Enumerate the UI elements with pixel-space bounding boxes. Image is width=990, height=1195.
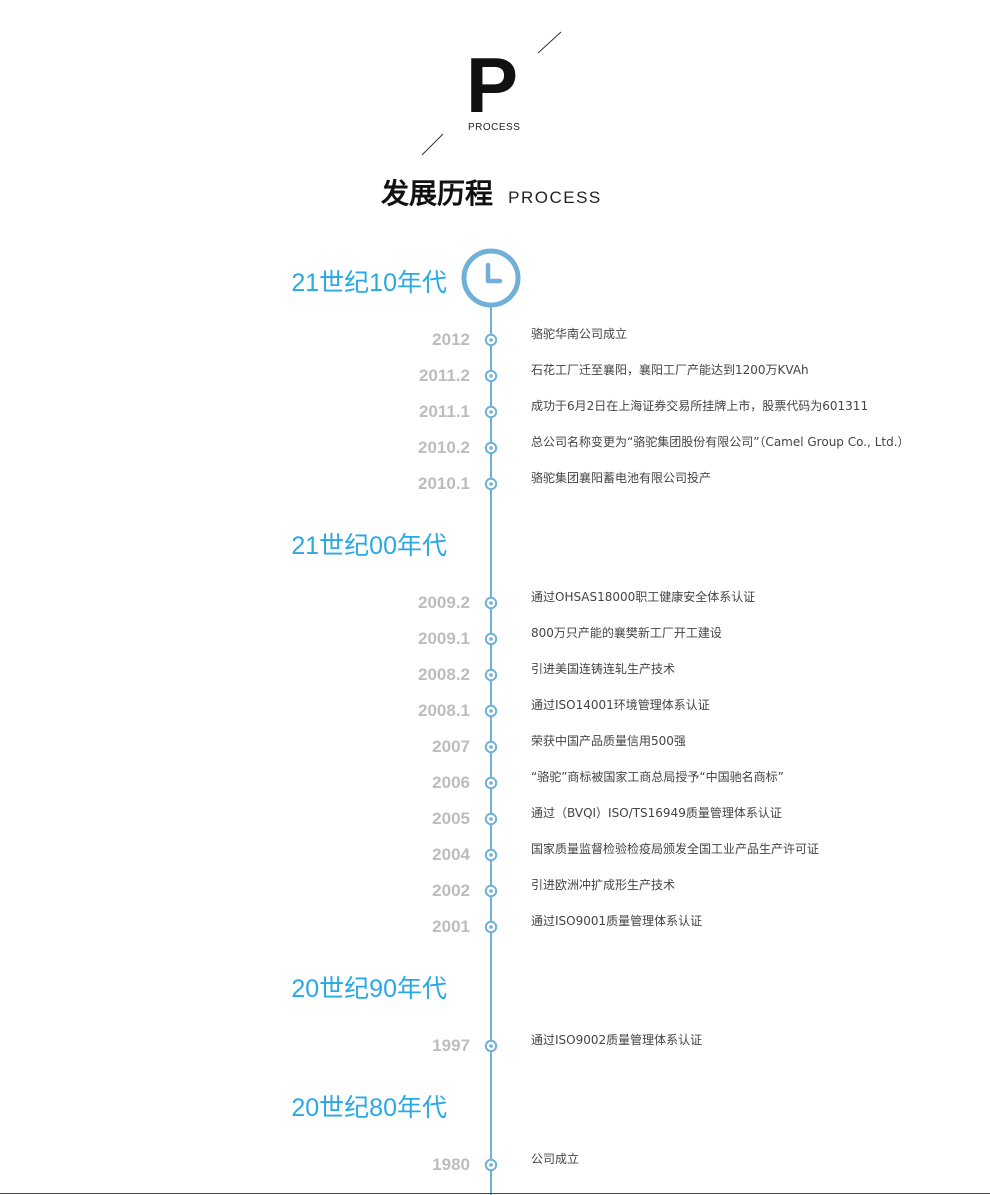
event-description: 通过ISO14001环境管理体系认证 bbox=[531, 698, 710, 712]
event-year: 2009.1 bbox=[418, 629, 470, 648]
section-title: 发展历程 PROCESS bbox=[381, 172, 602, 212]
event-description: 国家质量监督检验检疫局颁发全国工业产品生产许可证 bbox=[531, 842, 820, 856]
era-heading: 21世纪10年代 bbox=[291, 269, 447, 297]
event-year: 2009.2 bbox=[418, 593, 470, 612]
circle-node-icon bbox=[484, 920, 498, 934]
timeline-row: 2011.2 石花工厂迁至襄阳，襄阳工厂产能达到1200万KVAh bbox=[0, 363, 990, 386]
circle-node-icon bbox=[484, 632, 498, 646]
event-year: 2005 bbox=[432, 809, 470, 828]
event-description: 骆驼集团襄阳蓄电池有限公司投产 bbox=[531, 471, 712, 485]
timeline-row: 2010.1 骆驼集团襄阳蓄电池有限公司投产 bbox=[0, 471, 990, 494]
timeline-row: 2008.2 引进美国连铸连轧生产技术 bbox=[0, 662, 990, 685]
event-description: 通过OHSAS18000职工健康安全体系认证 bbox=[531, 590, 756, 604]
circle-node-icon bbox=[484, 704, 498, 718]
event-year: 2010.2 bbox=[418, 438, 470, 457]
circle-node-icon bbox=[484, 884, 498, 898]
section-title-cn: 发展历程 bbox=[381, 177, 494, 210]
circle-node-icon bbox=[484, 848, 498, 862]
event-year: 2004 bbox=[432, 845, 470, 864]
event-description: 800万只产能的襄樊新工厂开工建设 bbox=[531, 626, 722, 640]
circle-node-icon bbox=[484, 405, 498, 419]
event-year: 2002 bbox=[432, 881, 470, 900]
event-year: 2006 bbox=[432, 773, 470, 792]
timeline-row: 2005 通过（BVQI）ISO/TS16949质量管理体系认证 bbox=[0, 806, 990, 829]
era-heading: 20世纪90年代 bbox=[291, 975, 447, 1003]
clock-icon bbox=[461, 248, 521, 308]
event-year: 2011.2 bbox=[418, 366, 470, 385]
timeline-row: 2009.1 800万只产能的襄樊新工厂开工建设 bbox=[0, 626, 990, 649]
era-heading: 21世纪00年代 bbox=[291, 532, 447, 560]
event-year: 2011.1 bbox=[418, 402, 470, 421]
event-year: 2012 bbox=[432, 330, 470, 349]
timeline-row: 2006 “骆驼”商标被国家工商总局授予“中国驰名商标” bbox=[0, 770, 990, 793]
event-description: “骆驼”商标被国家工商总局授予“中国驰名商标” bbox=[531, 770, 784, 784]
timeline-row: 1980 公司成立 bbox=[0, 1152, 990, 1175]
logo-subtitle: PROCESS bbox=[468, 122, 521, 133]
event-description: 荣获中国产品质量信用500强 bbox=[531, 734, 686, 748]
bottom-rule bbox=[0, 1193, 990, 1194]
event-description: 总公司名称变更为“骆驼集团股份有限公司”（Camel Group Co., Lt… bbox=[531, 435, 910, 449]
event-year: 2008.2 bbox=[418, 665, 470, 684]
event-description: 引进欧洲冲扩成形生产技术 bbox=[531, 878, 676, 892]
timeline-row: 2011.1 成功于6月2日在上海证券交易所挂牌上市，股票代码为601311 bbox=[0, 399, 990, 422]
event-year: 1980 bbox=[432, 1155, 470, 1174]
circle-node-icon bbox=[484, 596, 498, 610]
event-year: 1997 bbox=[432, 1036, 470, 1055]
event-description: 石花工厂迁至襄阳，襄阳工厂产能达到1200万KVAh bbox=[531, 363, 809, 377]
timeline-row: 2002 引进欧洲冲扩成形生产技术 bbox=[0, 878, 990, 901]
logo-letter: P bbox=[466, 41, 519, 129]
circle-node-icon bbox=[484, 441, 498, 455]
event-year: 2008.1 bbox=[418, 701, 470, 720]
event-year: 2007 bbox=[432, 737, 470, 756]
timeline-row: 1997 通过ISO9002质量管理体系认证 bbox=[0, 1033, 990, 1056]
circle-node-icon bbox=[484, 477, 498, 491]
circle-node-icon bbox=[484, 1158, 498, 1172]
event-description: 通过（BVQI）ISO/TS16949质量管理体系认证 bbox=[531, 806, 782, 820]
circle-node-icon bbox=[484, 812, 498, 826]
timeline-row: 2010.2 总公司名称变更为“骆驼集团股份有限公司”（Camel Group C… bbox=[0, 435, 990, 458]
event-description: 成功于6月2日在上海证券交易所挂牌上市，股票代码为601311 bbox=[531, 399, 869, 413]
era-heading: 20世纪80年代 bbox=[291, 1094, 447, 1122]
timeline-row: 2008.1 通过ISO14001环境管理体系认证 bbox=[0, 698, 990, 721]
event-description: 骆驼华南公司成立 bbox=[531, 327, 628, 341]
circle-node-icon bbox=[484, 1039, 498, 1053]
event-description: 引进美国连铸连轧生产技术 bbox=[531, 662, 676, 676]
circle-node-icon bbox=[484, 333, 498, 347]
process-logo: P PROCESS bbox=[420, 30, 565, 158]
event-description: 通过ISO9001质量管理体系认证 bbox=[531, 914, 703, 928]
timeline-row: 2007 荣获中国产品质量信用500强 bbox=[0, 734, 990, 757]
circle-node-icon bbox=[484, 668, 498, 682]
circle-node-icon bbox=[484, 740, 498, 754]
circle-node-icon bbox=[484, 776, 498, 790]
timeline-row: 2009.2 通过OHSAS18000职工健康安全体系认证 bbox=[0, 590, 990, 613]
event-year: 2010.1 bbox=[418, 474, 470, 493]
timeline-row: 2012 骆驼华南公司成立 bbox=[0, 327, 990, 350]
event-description: 公司成立 bbox=[531, 1152, 580, 1166]
section-title-en: PROCESS bbox=[508, 188, 602, 207]
circle-node-icon bbox=[484, 369, 498, 383]
event-description: 通过ISO9002质量管理体系认证 bbox=[531, 1033, 703, 1047]
event-year: 2001 bbox=[432, 917, 470, 936]
timeline-row: 2004 国家质量监督检验检疫局颁发全国工业产品生产许可证 bbox=[0, 842, 990, 865]
timeline-row: 2001 通过ISO9001质量管理体系认证 bbox=[0, 914, 990, 937]
